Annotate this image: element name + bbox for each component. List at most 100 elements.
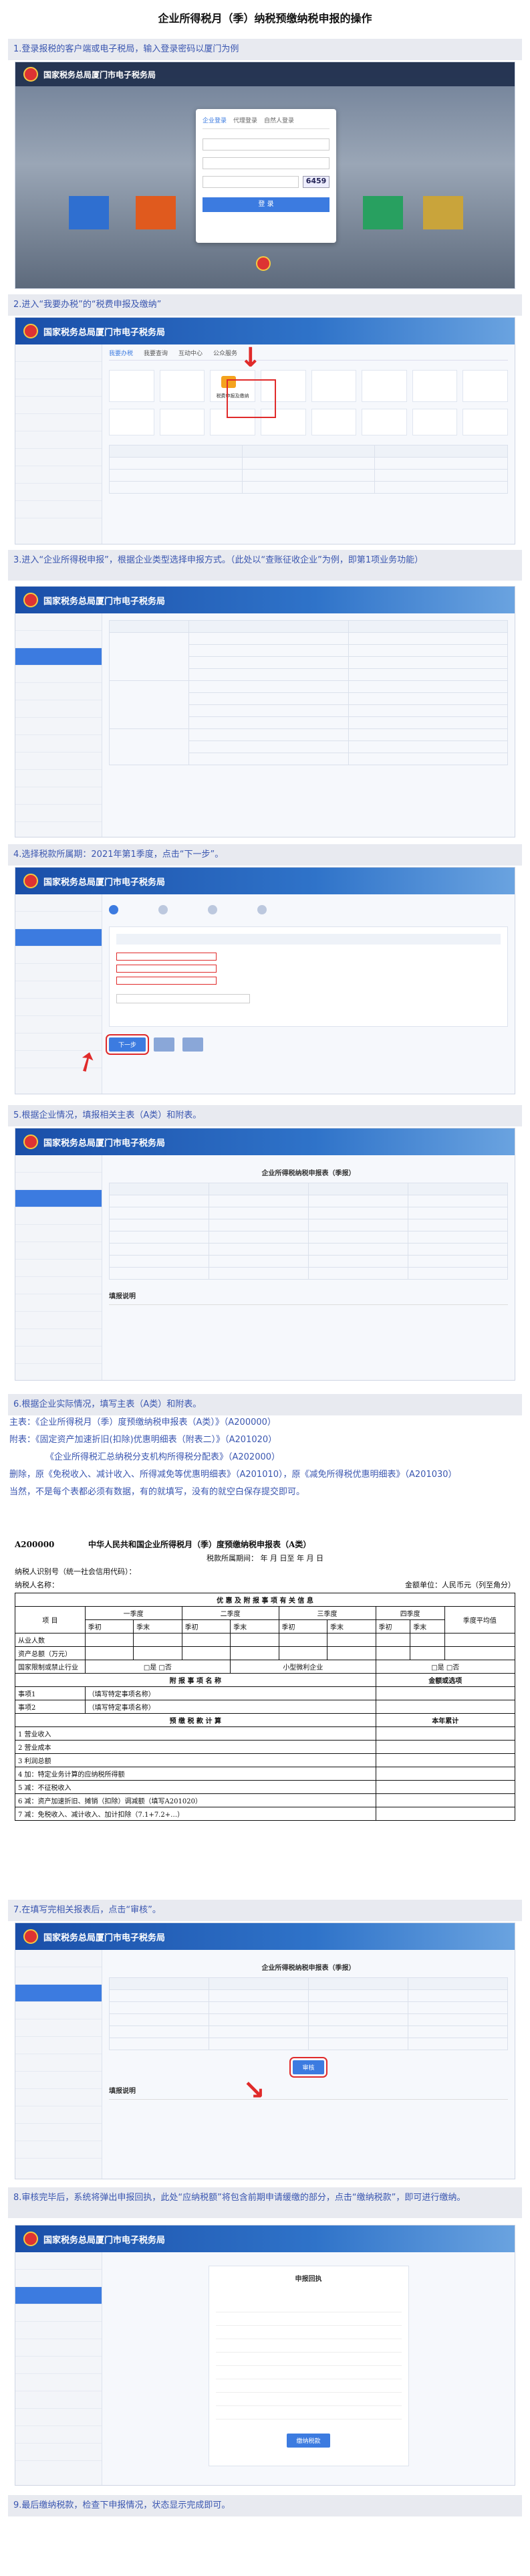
tab-interact[interactable]: 互动中心 <box>178 349 203 357</box>
tab-agent-login[interactable]: 代理登录 <box>233 116 257 124</box>
sidebar-item[interactable] <box>15 753 102 770</box>
sidebar-item[interactable] <box>15 683 102 700</box>
login-button[interactable]: 登 录 <box>203 197 329 212</box>
function-tile[interactable] <box>109 409 154 435</box>
sidebar-item[interactable] <box>15 1277 102 1294</box>
sidebar-item-active[interactable] <box>15 929 102 947</box>
function-tile[interactable] <box>462 370 508 402</box>
sidebar-item[interactable] <box>15 631 102 648</box>
tab-query[interactable]: 我要查询 <box>144 349 168 357</box>
sidebar-item[interactable] <box>15 787 102 805</box>
next-button[interactable]: 下一步 <box>105 1034 150 1055</box>
sidebar-item[interactable] <box>15 466 102 484</box>
function-tile[interactable] <box>362 409 407 435</box>
sidebar-item[interactable] <box>15 2089 102 2106</box>
sidebar-item[interactable] <box>15 484 102 501</box>
sidebar-item[interactable] <box>15 770 102 787</box>
tab-enterprise-login[interactable]: 企业登录 <box>203 116 227 124</box>
function-tile[interactable] <box>362 370 407 402</box>
sidebar-item[interactable] <box>15 912 102 929</box>
sidebar-item[interactable] <box>15 2391 102 2409</box>
sidebar-item[interactable] <box>15 2141 102 2159</box>
sidebar-item[interactable] <box>15 1312 102 1329</box>
sidebar-item[interactable] <box>15 379 102 397</box>
tile-blue[interactable] <box>69 196 109 229</box>
sidebar-item[interactable] <box>15 2019 102 2037</box>
sidebar-item[interactable] <box>15 2072 102 2089</box>
sidebar-item[interactable] <box>15 397 102 414</box>
sidebar-item[interactable] <box>15 964 102 981</box>
sidebar-item[interactable] <box>15 981 102 999</box>
sidebar-item-active[interactable] <box>15 1985 102 2002</box>
sidebar-item[interactable] <box>15 1260 102 1277</box>
sidebar-item[interactable] <box>15 414 102 431</box>
function-tile[interactable] <box>159 409 205 435</box>
sidebar-item[interactable] <box>15 700 102 718</box>
sidebar-item[interactable] <box>15 2444 102 2461</box>
sidebar-item[interactable] <box>15 344 102 362</box>
function-tile[interactable] <box>462 409 508 435</box>
action-button[interactable] <box>154 1037 174 1052</box>
sidebar-item[interactable] <box>15 2304 102 2322</box>
sidebar-item[interactable] <box>15 449 102 466</box>
sidebar-item[interactable] <box>15 999 102 1016</box>
sidebar-item[interactable] <box>15 2357 102 2374</box>
sidebar-item[interactable] <box>15 362 102 379</box>
function-tile[interactable] <box>412 370 458 402</box>
sidebar-item[interactable] <box>15 1225 102 1242</box>
sidebar-item[interactable] <box>15 2252 102 2270</box>
sidebar-item[interactable] <box>15 735 102 753</box>
field[interactable] <box>116 977 217 985</box>
captcha-input[interactable] <box>203 176 299 188</box>
sidebar-item[interactable] <box>15 1347 102 1364</box>
sidebar-item[interactable] <box>15 718 102 735</box>
sidebar-item[interactable] <box>15 1173 102 1190</box>
captcha-image[interactable]: 6459 <box>303 176 329 188</box>
sidebar-item[interactable] <box>15 1016 102 1033</box>
audit-button[interactable]: 审核 <box>289 2057 327 2078</box>
sidebar-item[interactable] <box>15 805 102 822</box>
function-tile[interactable] <box>412 409 458 435</box>
period-select[interactable] <box>116 994 250 1003</box>
function-tile[interactable] <box>311 370 357 402</box>
sidebar-item[interactable] <box>15 1329 102 1347</box>
username-input[interactable] <box>203 138 329 151</box>
action-button[interactable] <box>182 1037 203 1052</box>
function-tile[interactable] <box>311 409 357 435</box>
tab-do-tax[interactable]: 我要办税 <box>109 349 133 357</box>
sidebar-item[interactable] <box>15 501 102 518</box>
sidebar-item[interactable] <box>15 2106 102 2124</box>
sidebar-item-active[interactable] <box>15 2287 102 2304</box>
sidebar-item[interactable] <box>15 666 102 683</box>
sidebar-item[interactable] <box>15 1242 102 1260</box>
sidebar-item[interactable] <box>15 2270 102 2287</box>
password-input[interactable] <box>203 157 329 169</box>
sidebar-item-active[interactable] <box>15 1190 102 1207</box>
sidebar-item[interactable] <box>15 2124 102 2141</box>
tile-green[interactable] <box>363 196 403 229</box>
sidebar-item[interactable] <box>15 1294 102 1312</box>
sidebar-item[interactable] <box>15 2374 102 2391</box>
field[interactable] <box>116 953 217 961</box>
tab-public[interactable]: 公众服务 <box>213 349 237 357</box>
field[interactable] <box>116 965 217 973</box>
sidebar-item[interactable] <box>15 2339 102 2357</box>
sidebar-item[interactable] <box>15 894 102 912</box>
sidebar-item[interactable] <box>15 431 102 449</box>
sidebar-item[interactable] <box>15 1207 102 1225</box>
tile-gold[interactable] <box>423 196 463 229</box>
sidebar-item[interactable] <box>15 1967 102 1985</box>
function-tile[interactable] <box>159 370 205 402</box>
tab-person-login[interactable]: 自然人登录 <box>264 116 294 124</box>
sidebar-item[interactable] <box>15 1155 102 1173</box>
sidebar-item[interactable] <box>15 2409 102 2426</box>
sidebar-item[interactable] <box>15 947 102 964</box>
sidebar-item-active[interactable] <box>15 648 102 666</box>
sidebar-item[interactable] <box>15 1950 102 1967</box>
tile-orange[interactable] <box>136 196 176 229</box>
function-tile[interactable] <box>109 370 154 402</box>
sidebar-item[interactable] <box>15 2322 102 2339</box>
sidebar-item[interactable] <box>15 2037 102 2054</box>
sidebar-item[interactable] <box>15 2002 102 2019</box>
sidebar-item[interactable] <box>15 2426 102 2444</box>
